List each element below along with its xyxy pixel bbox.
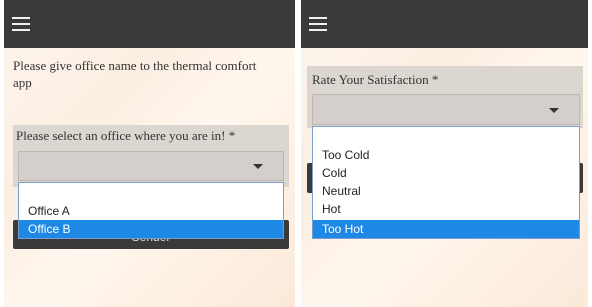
satisfaction-select[interactable]	[312, 94, 580, 125]
hamburger-icon[interactable]	[309, 17, 327, 31]
dropdown-option-hot[interactable]: Hot	[313, 200, 579, 218]
hamburger-icon[interactable]	[12, 17, 30, 31]
chevron-down-icon	[253, 164, 263, 169]
dropdown-option-too-hot[interactable]: Too Hot	[313, 220, 579, 238]
office-panel: Please give office name to the thermal c…	[4, 0, 295, 307]
dropdown-option[interactable]	[313, 128, 579, 146]
satisfaction-dropdown: Too Cold Cold Neutral Hot Too Hot	[312, 126, 580, 239]
dropdown-option-office-b[interactable]: Office B	[19, 220, 283, 238]
satisfaction-panel: Rate Your Satisfaction * Too Cold Cold N…	[301, 0, 588, 307]
top-bar	[4, 0, 295, 48]
info-text: Please give office name to the thermal c…	[13, 58, 257, 90]
dropdown-option-neutral[interactable]: Neutral	[313, 182, 579, 200]
satisfaction-field-label: Rate Your Satisfaction *	[312, 72, 439, 87]
office-select[interactable]	[18, 151, 284, 181]
top-bar	[301, 0, 588, 48]
dropdown-option[interactable]	[19, 184, 283, 202]
dropdown-option-too-cold[interactable]: Too Cold	[313, 146, 579, 164]
office-dropdown: Office A Office B	[18, 182, 284, 239]
dropdown-option-office-a[interactable]: Office A	[19, 202, 283, 220]
office-field-label: Please select an office where you are in…	[16, 128, 236, 143]
dropdown-option-cold[interactable]: Cold	[313, 164, 579, 182]
chevron-down-icon	[549, 107, 559, 113]
